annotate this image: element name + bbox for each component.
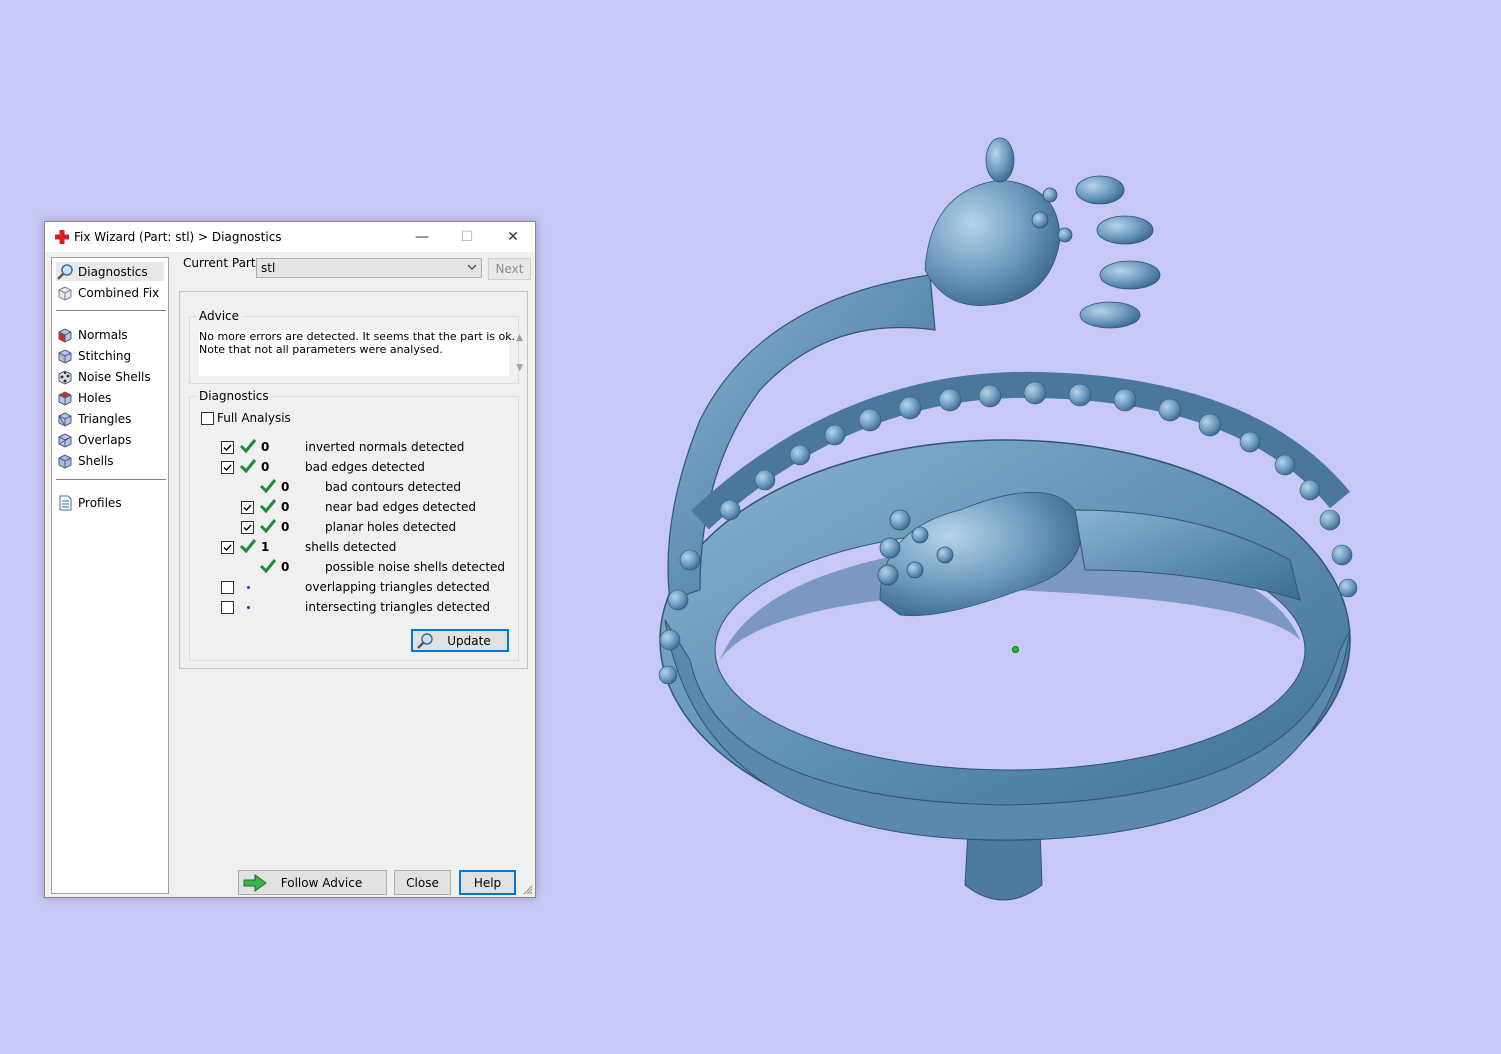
green-check-icon [239, 459, 257, 474]
sidebar-item-label: Combined Fix [78, 285, 160, 300]
diag-label: bad edges detected [305, 460, 425, 474]
sidebar-item-profiles[interactable]: Profiles [56, 493, 164, 512]
close-button[interactable]: Close [394, 870, 451, 895]
green-check-icon [259, 499, 277, 514]
sidebar-item-label: Holes [78, 390, 112, 405]
follow-advice-label: Follow Advice [280, 875, 363, 890]
full-analysis-checkbox[interactable] [201, 412, 214, 425]
title-bar[interactable]: Fix Wizard (Part: stl) > Diagnostics — ☐… [45, 222, 535, 252]
intersecting-triangles-checkbox[interactable] [221, 601, 234, 614]
magnifier-icon [417, 633, 433, 649]
sidebar-item-label: Profiles [78, 495, 122, 510]
diag-count: 0 [281, 500, 290, 514]
advice-title: Advice [196, 309, 243, 323]
scroll-up-icon[interactable]: ▲ [516, 332, 523, 345]
triangles-cube-icon [58, 411, 72, 427]
noise-shells-icon [58, 369, 72, 385]
diag-count: 1 [261, 540, 270, 554]
sidebar-item-diagnostics[interactable]: Diagnostics [56, 262, 164, 281]
overlaps-cube-icon [58, 432, 72, 448]
maximize-button[interactable]: ☐ [444, 222, 490, 252]
advice-text: No more errors are detected. It seems th… [199, 330, 523, 376]
sidebar-item-stitching[interactable]: Stitching [56, 346, 164, 365]
diag-label: shells detected [305, 540, 397, 554]
diag-count: 0 [281, 560, 290, 574]
sidebar-item-label: Stitching [78, 348, 132, 363]
green-check-icon [259, 519, 277, 534]
shells-checkbox[interactable] [221, 541, 234, 554]
sidebar-item-holes[interactable]: Holes [56, 388, 164, 407]
red-cross-icon [55, 230, 69, 244]
stitching-cube-icon [58, 348, 72, 364]
current-part-value: stl [261, 261, 276, 275]
holes-cube-icon [58, 390, 72, 406]
green-check-icon [259, 559, 277, 574]
diagnostics-group: Diagnostics Full Analysis 0 inverted nor… [189, 389, 519, 661]
sidebar-item-label: Normals [78, 327, 128, 342]
blue-dot-icon [247, 606, 250, 609]
scroll-down-icon[interactable]: ▼ [516, 362, 523, 375]
combined-fix-icon [58, 285, 72, 301]
fix-wizard-dialog: Fix Wizard (Part: stl) > Diagnostics — ☐… [44, 221, 536, 898]
diagnostics-title: Diagnostics [196, 389, 272, 403]
close-window-button[interactable]: ✕ [490, 222, 536, 252]
blue-dot-icon [247, 586, 250, 589]
pivot-marker[interactable] [1012, 646, 1019, 653]
sidebar-item-label: Overlaps [78, 432, 132, 447]
chevron-down-icon [467, 264, 477, 270]
diag-label: bad contours detected [325, 480, 461, 494]
diag-label: possible noise shells detected [325, 560, 506, 574]
current-part-label: Current Part: [183, 256, 260, 270]
minimize-button[interactable]: — [399, 222, 445, 252]
diag-count: 0 [261, 440, 270, 454]
near-bad-edges-checkbox[interactable] [241, 501, 254, 514]
sidebar-item-overlaps[interactable]: Overlaps [56, 430, 164, 449]
shells-cube-icon [58, 453, 72, 469]
sidebar-item-triangles[interactable]: Triangles [56, 409, 164, 428]
bad-edges-checkbox[interactable] [221, 461, 234, 474]
diag-count: 0 [281, 480, 290, 494]
sidebar-item-label: Shells [78, 453, 114, 468]
green-check-icon [239, 539, 257, 554]
magnifier-icon [57, 263, 73, 280]
diag-label: inverted normals detected [305, 440, 465, 454]
sidebar-item-combined-fix[interactable]: Combined Fix [56, 283, 164, 302]
full-analysis-label: Full Analysis [217, 411, 291, 425]
green-check-icon [239, 439, 257, 454]
resize-grip-icon[interactable] [523, 885, 533, 895]
diag-count: 0 [281, 520, 290, 534]
next-button[interactable]: Next [488, 258, 531, 280]
diagnostics-panel: Advice No more errors are detected. It s… [179, 291, 528, 669]
green-arrow-icon [243, 874, 267, 892]
sidebar-item-noise-shells[interactable]: Noise Shells [56, 367, 164, 386]
profiles-document-icon [59, 495, 72, 510]
sidebar-item-shells[interactable]: Shells [56, 451, 164, 470]
diag-count: 0 [261, 460, 270, 474]
diag-label: overlapping triangles detected [305, 580, 490, 594]
help-button[interactable]: Help [459, 870, 516, 895]
window-title: Fix Wizard (Part: stl) > Diagnostics [74, 230, 282, 244]
advice-line: No more errors are detected. It seems th… [199, 330, 516, 343]
sidebar-separator [56, 310, 166, 311]
sidebar-item-label: Triangles [78, 411, 132, 426]
planar-holes-checkbox[interactable] [241, 521, 254, 534]
current-part-select[interactable]: stl [256, 258, 482, 278]
diag-label: intersecting triangles detected [305, 600, 490, 614]
diag-label: planar holes detected [325, 520, 457, 534]
normals-cube-icon [58, 327, 72, 343]
sidebar-item-label: Noise Shells [78, 369, 151, 384]
advice-group: Advice No more errors are detected. It s… [189, 309, 523, 384]
follow-advice-button[interactable]: Follow Advice [238, 870, 387, 895]
inverted-normals-checkbox[interactable] [221, 441, 234, 454]
sidebar-separator [56, 479, 166, 480]
green-check-icon [259, 479, 277, 494]
advice-line: Note that not all parameters were analys… [199, 343, 443, 356]
diag-label: near bad edges detected [325, 500, 476, 514]
sidebar-item-label: Diagnostics [78, 264, 148, 279]
wizard-sidebar: Diagnostics Combined Fix Normals Stitchi… [51, 257, 169, 894]
sidebar-item-normals[interactable]: Normals [56, 325, 164, 344]
update-button[interactable]: Update [411, 629, 509, 652]
update-label: Update [447, 633, 491, 648]
overlapping-triangles-checkbox[interactable] [221, 581, 234, 594]
